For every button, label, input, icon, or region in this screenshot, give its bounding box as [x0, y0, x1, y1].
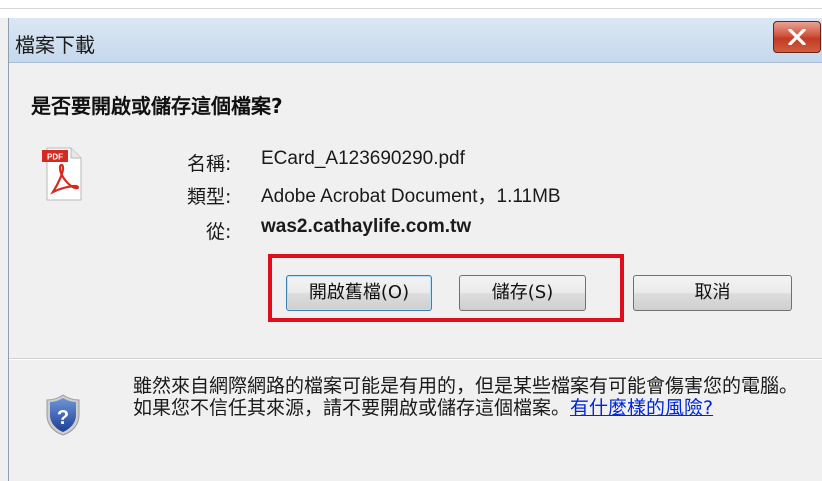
dialog-title: 檔案下載	[15, 33, 95, 57]
file-type-value: Adobe Acrobat Document，1.11MB	[261, 186, 561, 207]
file-name-value: ECard_A123690290.pdf	[261, 148, 465, 169]
save-button[interactable]: 儲存(S)	[459, 275, 586, 311]
separator-highlight	[9, 359, 822, 360]
close-button[interactable]	[773, 21, 821, 53]
file-source-label: 從:	[206, 221, 232, 243]
svg-text:PDF: PDF	[47, 153, 63, 162]
file-download-dialog: 檔案下載 是否要開啟或儲存這個檔案? PDF 名稱: ECard_A123690…	[8, 18, 822, 481]
file-type-label: 類型:	[187, 186, 232, 208]
file-name-label: 名稱:	[187, 153, 232, 175]
background-window-strip	[0, 0, 822, 18]
open-button[interactable]: 開啟舊檔(O)	[286, 275, 432, 311]
pdf-file-icon: PDF	[42, 147, 82, 201]
risk-info-link[interactable]: 有什麼樣的風險?	[570, 397, 713, 419]
close-icon	[788, 29, 806, 45]
dialog-question: 是否要開啟或儲存這個檔案?	[31, 94, 283, 118]
security-warning: 雖然來自網際網路的檔案可能是有用的，但是某些檔案有可能會傷害您的電腦。如果您不信…	[133, 375, 803, 419]
cancel-button[interactable]: 取消	[633, 275, 792, 311]
file-source-value: was2.cathaylife.com.tw	[261, 216, 472, 237]
security-shield-question-icon: ?	[46, 394, 80, 436]
svg-text:?: ?	[57, 407, 69, 429]
title-bar: 檔案下載	[9, 18, 822, 63]
